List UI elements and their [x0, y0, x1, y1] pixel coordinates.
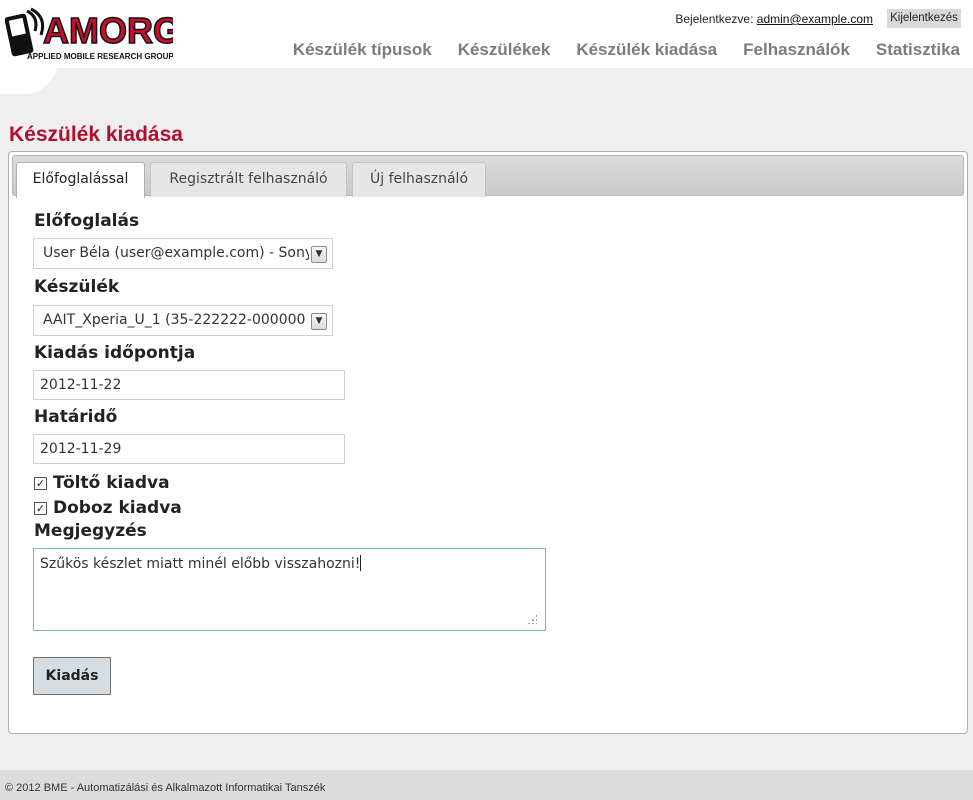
issue-date-label: Kiadás időpontja	[34, 343, 196, 363]
device-label: Készülék	[34, 277, 120, 297]
nav-users[interactable]: Felhasználók	[743, 40, 850, 60]
resize-grip-icon[interactable]	[527, 614, 537, 624]
login-prefix: Bejelentkezve:	[675, 12, 754, 26]
note-label: Megjegyzés	[34, 521, 147, 541]
amorg-logo[interactable]: AMORG APPLIED MOBILE RESEARCH GROUP	[4, 7, 182, 63]
logout-button[interactable]: Kijelentkezés	[887, 9, 961, 28]
tab-registered-user[interactable]: Regisztrált felhasználó	[150, 162, 347, 197]
box-checkbox[interactable]: ✓	[34, 501, 47, 515]
reservation-select-value: User Béla (user@example.com) - Sony	[43, 245, 309, 261]
issue-panel: Előfoglalással Regisztrált felhasználó Ú…	[8, 151, 968, 734]
reservation-label: Előfoglalás	[34, 211, 140, 231]
logo-main-text: AMORG	[43, 10, 173, 51]
tab-new-user[interactable]: Új felhasználó	[352, 162, 486, 197]
phone-icon	[4, 7, 45, 57]
device-select-value: AAIT_Xperia_U_1 (35-222222-000000	[43, 312, 306, 328]
nav-statistics[interactable]: Statisztika	[876, 40, 960, 60]
nav-device-types[interactable]: Készülék típusok	[293, 40, 432, 60]
page-title: Készülék kiadása	[9, 123, 183, 146]
charger-checkbox-row: ✓ Töltő kiadva	[34, 473, 170, 493]
chevron-down-icon: ▼	[311, 313, 327, 330]
deadline-label: Határidő	[34, 407, 118, 427]
logo-background-curve	[0, 60, 58, 94]
charger-checkbox[interactable]: ✓	[34, 476, 47, 490]
text-caret	[360, 555, 362, 571]
box-checkbox-row: ✓ Doboz kiadva	[34, 498, 182, 518]
charger-checkbox-label[interactable]: Töltő kiadva	[53, 473, 170, 493]
nav-device-issue[interactable]: Készülék kiadása	[576, 40, 717, 60]
footer: © 2012 BME - Automatizálási és Alkalmazo…	[0, 770, 973, 800]
tab-reservation[interactable]: Előfoglalással	[16, 162, 145, 198]
header-bar: AMORG APPLIED MOBILE RESEARCH GROUP Beje…	[0, 0, 973, 68]
nav-devices[interactable]: Készülékek	[458, 40, 551, 60]
deadline-input[interactable]: 2012-11-29	[33, 434, 345, 464]
note-textarea[interactable]: Szűkös készlet miatt minél előbb visszah…	[33, 548, 546, 631]
main-nav: Készülék típusok Készülékek Készülék kia…	[293, 40, 960, 60]
note-text: Szűkös készlet miatt minél előbb visszah…	[40, 556, 361, 572]
chevron-down-icon: ▼	[311, 246, 327, 263]
issue-submit-button[interactable]: Kiadás	[33, 657, 111, 695]
login-status: Bejelentkezve: admin@example.com	[675, 12, 873, 26]
device-select[interactable]: AAIT_Xperia_U_1 (35-222222-000000 ▼	[33, 305, 333, 336]
tab-bar: Előfoglalással Regisztrált felhasználó Ú…	[12, 155, 964, 198]
reservation-select[interactable]: User Béla (user@example.com) - Sony ▼	[33, 238, 333, 269]
issue-date-input[interactable]: 2012-11-22	[33, 370, 345, 400]
footer-text: © 2012 BME - Automatizálási és Alkalmazo…	[5, 782, 326, 794]
login-user-link[interactable]: admin@example.com	[757, 12, 873, 26]
box-checkbox-label[interactable]: Doboz kiadva	[53, 498, 182, 518]
